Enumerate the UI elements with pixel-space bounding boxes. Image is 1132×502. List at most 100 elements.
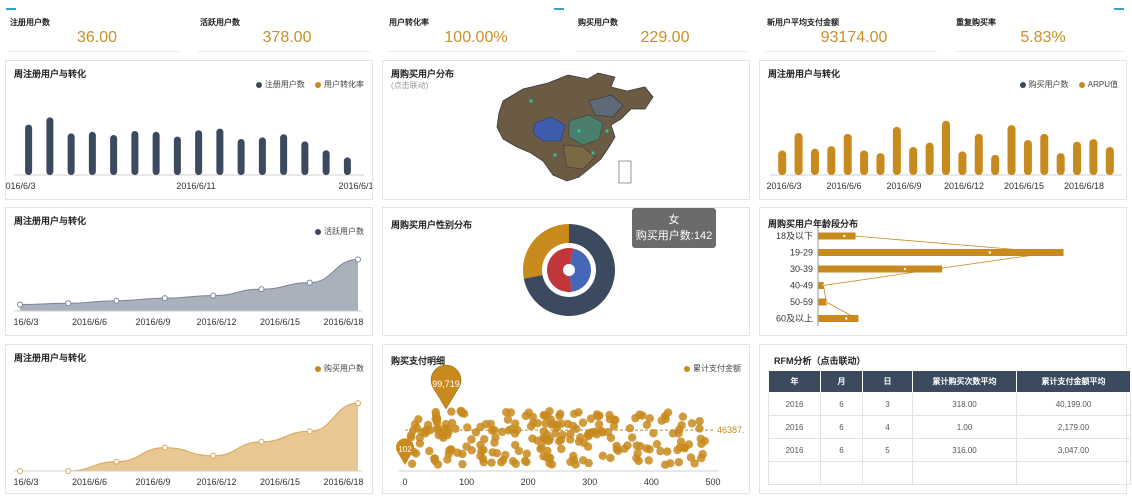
donut-slice-b	[547, 248, 574, 292]
scatter-point	[425, 446, 434, 456]
scatter-point	[579, 438, 589, 448]
col-header-month[interactable]: 月	[820, 370, 863, 393]
bar	[942, 120, 950, 175]
bar	[88, 131, 96, 175]
x-tick-label: 2016/6/18	[323, 317, 363, 327]
scatter-point	[458, 460, 467, 469]
scatter-point	[566, 435, 575, 444]
top-accent-mark	[1114, 8, 1124, 10]
scatter-point	[644, 456, 653, 465]
x-tick-label: 200	[521, 477, 536, 487]
scatter-point	[545, 406, 554, 416]
bar	[1023, 140, 1032, 175]
kpi-registered-users: 注册用户数 36.00	[8, 12, 186, 52]
data-point	[17, 468, 23, 474]
data-point	[161, 295, 168, 302]
bar	[818, 232, 856, 240]
data-point	[210, 452, 217, 459]
area-chart-active-users[interactable]: 16/6/3 2016/6/6 2016/6/9 2016/6/12 2016/6/15…	[6, 208, 372, 335]
panel-weekly-purchases: 周注册用户与转化 购买用户数 ARPU值 2016/6/3 2016/6/6 201…	[759, 60, 1127, 200]
x-tick-label: 2016/6/15	[1004, 181, 1044, 191]
bar	[110, 135, 118, 175]
scatter-point	[557, 444, 566, 454]
scatter-point	[458, 449, 467, 459]
data-point	[258, 438, 265, 445]
kpi-value: 5.83%	[1020, 29, 1066, 46]
y-tick-label: 19-29	[790, 248, 813, 258]
scatter-point	[632, 453, 641, 463]
kpi-label: 重复购买率	[956, 18, 996, 27]
y-tick-label: 40-49	[790, 281, 813, 291]
data-point	[161, 444, 168, 451]
bar	[152, 131, 160, 175]
y-tick-label: 30-39	[790, 264, 813, 274]
col-header-avg-purchases[interactable]: 累计购买次数平均	[912, 370, 1017, 393]
scatter-point	[695, 417, 704, 426]
x-tick-label: 2016/6/11	[176, 181, 215, 191]
scatter-point	[497, 458, 506, 467]
bar	[195, 130, 203, 175]
panel-weekly-registration: 周注册用户与转化 注册用户数 用户转化率 2016/6/32016/6/1120…	[5, 60, 373, 200]
scatter-point	[511, 440, 520, 450]
bar-chart-purchases[interactable]: 2016/6/3 2016/6/6 2016/6/9 2016/6/12 2016/6/…	[760, 61, 1126, 199]
scatter-point	[627, 433, 637, 442]
divider	[387, 51, 559, 52]
max-pin-label: 99,719	[432, 379, 460, 389]
hbar-chart-age[interactable]: 18及以下 19-29 30-39 40-49 50-59 60及以上	[760, 208, 1126, 335]
scatter-point	[566, 457, 575, 467]
bar	[909, 147, 918, 175]
data-point	[65, 468, 72, 474]
kpi-active-users: 活跃用户数 378.00	[198, 12, 376, 52]
scatter-point	[446, 445, 456, 454]
col-header-avg-payment[interactable]: 累计支付金额平均	[1016, 370, 1131, 393]
x-tick-label: 2016/6/6	[72, 317, 107, 327]
kpi-purchasing-users: 购买用户数 229.00	[576, 12, 754, 52]
scatter-point	[612, 444, 622, 454]
bar-chart-registrations[interactable]: 2016/6/3 2016/6/11 2016/6/1	[6, 61, 372, 199]
kpi-label: 注册用户数	[10, 18, 50, 27]
scatter-point	[632, 441, 641, 450]
panel-purchase-map: 周购买用户分布 (点击联动)	[382, 60, 750, 200]
scatter-point	[687, 419, 697, 428]
x-tick-label: 2016/6/12	[944, 181, 984, 191]
data-point	[210, 292, 217, 299]
bar	[818, 298, 827, 306]
scatter-point	[536, 444, 545, 454]
x-tick-label: 2016/6/12	[196, 477, 236, 487]
y-tick-label: 18及以下	[776, 231, 813, 241]
scatter-point	[488, 448, 497, 457]
scatter-point	[501, 450, 510, 460]
bar	[1040, 133, 1049, 175]
china-map[interactable]	[383, 61, 749, 199]
divider	[198, 51, 370, 52]
min-pin-label: 102	[398, 445, 412, 454]
scatter-point	[407, 459, 417, 469]
scatter-point	[497, 427, 507, 437]
cell-year: 2016	[768, 438, 821, 462]
map-point	[553, 153, 557, 157]
x-tick-label: 2016/6/15	[260, 317, 300, 327]
x-tick-label: 0	[402, 477, 407, 487]
scatter-point	[467, 435, 476, 444]
scatter-point	[598, 428, 607, 437]
data-point	[355, 400, 361, 407]
col-header-year[interactable]: 年	[768, 370, 821, 393]
table-row[interactable]: 2016 6 4 1.00 2,179.00	[768, 415, 1131, 439]
scatter-point	[406, 431, 416, 440]
scatter-point	[481, 419, 491, 429]
x-tick-label: 400	[644, 477, 659, 487]
scatter-point	[598, 451, 608, 460]
cell-avg-purchases: 1.00	[912, 415, 1017, 439]
scatter-point	[594, 420, 604, 429]
table-row[interactable]: 2016 6 5 316.00 3,047.00	[768, 438, 1131, 462]
scatter-chart-payments[interactable]: 46387. 99,719 102 0 100 200 300 400 500	[383, 345, 749, 493]
scatter-point	[697, 439, 706, 449]
area-chart-purchase-users[interactable]: 16/6/3 2016/6/6 2016/6/9 2016/6/12 2016/6/15…	[6, 345, 372, 493]
panel-payment-details: 购买支付明细 累计支付金额 46387. 99,719 102 0 100 200 300 4…	[382, 344, 750, 494]
data-point	[306, 428, 313, 435]
scatter-point	[521, 411, 531, 421]
table-row[interactable]: 2016 6 3 318.00 40,199.00	[768, 392, 1131, 416]
col-header-day[interactable]: 日	[862, 370, 913, 393]
scatter-point	[555, 411, 564, 421]
panel-rfm-analysis: RFM分析（点击联动） 年 月 日 累计购买次数平均 累计支付金额平均 2016…	[759, 344, 1131, 494]
